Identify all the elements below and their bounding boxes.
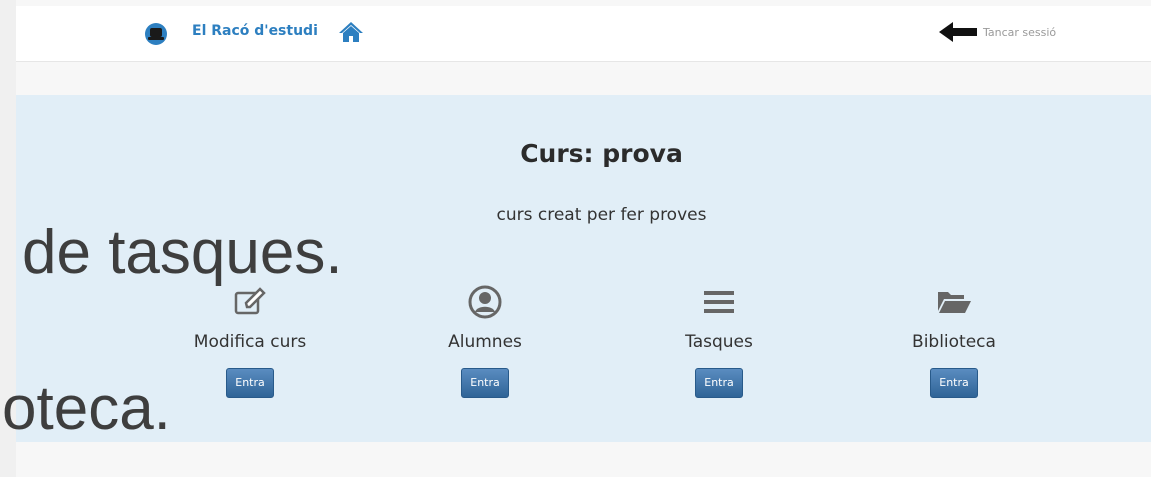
logout-link[interactable]: Tancar sessió: [939, 21, 1056, 43]
edit-icon: [234, 287, 266, 315]
entra-button-tasques[interactable]: Entra: [695, 368, 743, 398]
tile-modifica-curs: Modifica curs Entra: [150, 285, 350, 398]
arrow-left-icon: [939, 22, 977, 42]
logout-label: Tancar sessió: [983, 25, 1057, 39]
brand-link[interactable]: El Racó d'estudi: [192, 21, 318, 41]
tile-label: Alumnes: [448, 332, 522, 352]
tile-tasques: Tasques Entra: [619, 285, 819, 398]
course-title: Curs: prova: [520, 139, 683, 168]
folder-open-icon: [938, 292, 971, 313]
list-icon: [704, 291, 734, 313]
tile-label: Biblioteca: [912, 332, 996, 352]
overlay-caption-line2: oteca.: [2, 374, 171, 443]
top-navbar: El Racó d'estudi Tancar sessió: [16, 6, 1151, 62]
entra-button-alumnes[interactable]: Entra: [461, 368, 509, 398]
tile-label: Modifica curs: [193, 332, 307, 352]
home-icon[interactable]: [338, 20, 364, 44]
entra-button-biblioteca[interactable]: Entra: [930, 368, 978, 398]
overlay-caption-line1: de tasques.: [22, 218, 343, 287]
entra-button-modifica-curs[interactable]: Entra: [226, 368, 274, 398]
tile-alumnes: Alumnes Entra: [385, 285, 585, 398]
tile-biblioteca: Biblioteca Entra: [854, 285, 1054, 398]
user-circle-icon: [468, 285, 502, 319]
brand-logo-icon[interactable]: [145, 23, 167, 45]
tile-label: Tasques: [685, 332, 753, 352]
